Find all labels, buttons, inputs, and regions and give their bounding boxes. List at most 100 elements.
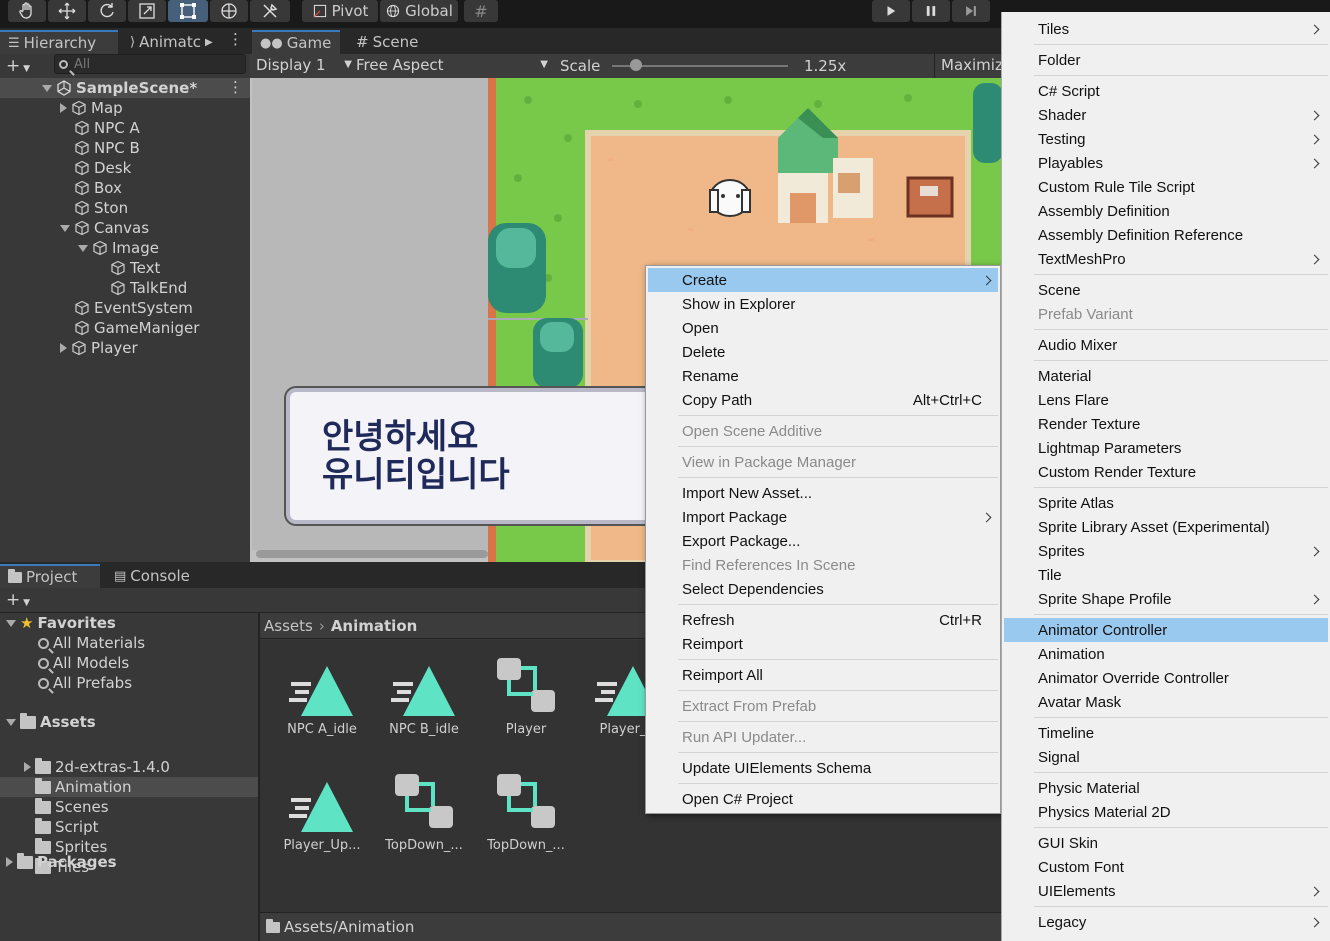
pause-button[interactable] xyxy=(912,0,950,22)
step-button[interactable] xyxy=(952,0,990,22)
menu-item-lens-flare[interactable]: Lens Flare xyxy=(1004,388,1328,412)
global-toggle[interactable]: Global xyxy=(380,0,458,22)
menu-item-sprite-library-asset-experimental[interactable]: Sprite Library Asset (Experimental) xyxy=(1004,515,1328,539)
hierarchy-item[interactable]: Image xyxy=(78,238,159,258)
menu-item-textmeshpro[interactable]: TextMeshPro xyxy=(1004,247,1328,271)
display-dropdown[interactable]: Display 1 ▼ xyxy=(256,56,352,74)
tab-animator[interactable]: ⟩ Animatc ▶ xyxy=(122,30,222,54)
menu-item-gui-skin[interactable]: GUI Skin xyxy=(1004,831,1328,855)
grid-snap-button[interactable]: # xyxy=(464,0,498,22)
hierarchy-search-input[interactable]: All xyxy=(54,54,246,74)
menu-item-tiles[interactable]: Tiles xyxy=(1004,17,1328,41)
folder-item[interactable]: 2d-extras-1.4.0 xyxy=(24,757,170,777)
menu-item-select-dependencies[interactable]: Select Dependencies xyxy=(648,577,998,601)
pivot-toggle[interactable]: Pivot xyxy=(302,0,378,22)
favorite-item[interactable]: All Prefabs xyxy=(38,673,132,693)
create-asset-button[interactable]: + ▼ xyxy=(6,590,30,610)
panel-menu-icon[interactable]: ⋮ xyxy=(228,30,243,48)
asset-tile[interactable]: TopDown_... xyxy=(476,774,576,876)
menu-item-prefab-variant[interactable]: Prefab Variant xyxy=(1004,302,1328,326)
hierarchy-item[interactable]: Box xyxy=(60,178,122,198)
menu-item-open-c-project[interactable]: Open C# Project xyxy=(648,787,998,811)
menu-item-show-in-explorer[interactable]: Show in Explorer xyxy=(648,292,998,316)
hierarchy-item[interactable]: Ston xyxy=(60,198,128,218)
menu-item-import-new-asset[interactable]: Import New Asset... xyxy=(648,481,998,505)
folder-item[interactable]: Animation xyxy=(24,777,131,797)
tab-hierarchy[interactable]: ☰ Hierarchy xyxy=(0,30,118,54)
asset-tile[interactable]: NPC B_idle xyxy=(374,660,474,760)
menu-item-run-api-updater[interactable]: Run API Updater... xyxy=(648,725,998,749)
move-tool-button[interactable] xyxy=(48,0,86,22)
hierarchy-item[interactable]: TalkEnd xyxy=(96,278,187,298)
menu-item-update-uielements-schema[interactable]: Update UIElements Schema xyxy=(648,756,998,780)
menu-item-create[interactable]: Create xyxy=(648,268,998,292)
folder-item[interactable]: Script xyxy=(24,817,99,837)
menu-item-uielements[interactable]: UIElements xyxy=(1004,879,1328,903)
tab-project[interactable]: Project xyxy=(0,564,100,588)
menu-item-material[interactable]: Material xyxy=(1004,364,1328,388)
folder-item[interactable]: Scenes xyxy=(24,797,109,817)
menu-item-open[interactable]: Open xyxy=(648,316,998,340)
aspect-dropdown[interactable]: Free Aspect ▼ xyxy=(356,56,548,74)
hand-tool-button[interactable] xyxy=(8,0,46,22)
hierarchy-item[interactable]: NPC B xyxy=(60,138,140,158)
hierarchy-item[interactable]: NPC A xyxy=(60,118,140,138)
favorites-node[interactable]: ★ Favorites xyxy=(6,613,116,633)
scale-tool-button[interactable] xyxy=(128,0,166,22)
menu-item-open-scene-additive[interactable]: Open Scene Additive xyxy=(648,419,998,443)
menu-item-folder[interactable]: Folder xyxy=(1004,48,1328,72)
scene-menu-icon[interactable]: ⋮ xyxy=(228,78,243,96)
menu-item-shader[interactable]: Shader xyxy=(1004,103,1328,127)
scale-slider-thumb[interactable] xyxy=(630,59,642,71)
scene-root[interactable]: SampleScene* xyxy=(42,78,197,98)
asset-tile[interactable]: Player xyxy=(476,658,576,760)
packages-node[interactable]: Packages xyxy=(6,852,117,872)
menu-item-export-package[interactable]: Export Package... xyxy=(648,529,998,553)
menu-item-c-script[interactable]: C# Script xyxy=(1004,79,1328,103)
menu-item-reimport[interactable]: Reimport xyxy=(648,632,998,656)
tab-console[interactable]: ▤ Console xyxy=(106,564,202,588)
asset-tile[interactable]: NPC A_idle xyxy=(272,660,372,760)
menu-item-render-texture[interactable]: Render Texture xyxy=(1004,412,1328,436)
menu-item-physics-material-2d[interactable]: Physics Material 2D xyxy=(1004,800,1328,824)
menu-item-custom-font[interactable]: Custom Font xyxy=(1004,855,1328,879)
menu-item-import-package[interactable]: Import Package xyxy=(648,505,998,529)
hierarchy-item[interactable]: Canvas xyxy=(60,218,149,238)
custom-tool-button[interactable] xyxy=(250,0,290,22)
menu-item-assembly-definition[interactable]: Assembly Definition xyxy=(1004,199,1328,223)
maximize-button[interactable]: Maximiz xyxy=(934,54,1001,78)
menu-item-timeline[interactable]: Timeline xyxy=(1004,721,1328,745)
menu-item-rename[interactable]: Rename xyxy=(648,364,998,388)
menu-item-avatar-mask[interactable]: Avatar Mask xyxy=(1004,690,1328,714)
menu-item-lightmap-parameters[interactable]: Lightmap Parameters xyxy=(1004,436,1328,460)
menu-item-sprite-atlas[interactable]: Sprite Atlas xyxy=(1004,491,1328,515)
transform-tool-button[interactable] xyxy=(210,0,248,22)
menu-item-playables[interactable]: Playables xyxy=(1004,151,1328,175)
menu-item-custom-rule-tile-script[interactable]: Custom Rule Tile Script xyxy=(1004,175,1328,199)
menu-item-legacy[interactable]: Legacy xyxy=(1004,910,1328,934)
menu-item-refresh[interactable]: Refresh Ctrl+R xyxy=(648,608,998,632)
hierarchy-item[interactable]: EventSystem xyxy=(60,298,193,318)
asset-tile[interactable]: TopDown_... xyxy=(374,774,474,876)
hierarchy-item[interactable]: GameManiger xyxy=(60,318,199,338)
menu-item-copy-path[interactable]: Copy Path Alt+Ctrl+C xyxy=(648,388,998,412)
menu-item-scene[interactable]: Scene xyxy=(1004,278,1328,302)
menu-item-testing[interactable]: Testing xyxy=(1004,127,1328,151)
favorite-item[interactable]: All Models xyxy=(38,653,129,673)
menu-item-animator-override-controller[interactable]: Animator Override Controller xyxy=(1004,666,1328,690)
menu-item-animator-controller[interactable]: Animator Controller xyxy=(1004,618,1328,642)
menu-item-assembly-definition-reference[interactable]: Assembly Definition Reference xyxy=(1004,223,1328,247)
menu-item-sprites[interactable]: Sprites xyxy=(1004,539,1328,563)
menu-item-physic-material[interactable]: Physic Material xyxy=(1004,776,1328,800)
menu-item-audio-mixer[interactable]: Audio Mixer xyxy=(1004,333,1328,357)
assets-node[interactable]: Assets xyxy=(6,712,96,732)
breadcrumb-assets[interactable]: Assets xyxy=(264,617,313,635)
breadcrumb-animation[interactable]: Animation xyxy=(331,617,417,635)
hierarchy-item[interactable]: Text xyxy=(96,258,160,278)
tab-game[interactable]: ●● Game xyxy=(252,30,340,54)
hierarchy-item[interactable]: Desk xyxy=(60,158,131,178)
viewport-scrollbar[interactable] xyxy=(256,550,488,558)
hierarchy-item[interactable]: Player xyxy=(60,338,138,358)
menu-item-signal[interactable]: Signal xyxy=(1004,745,1328,769)
hierarchy-item[interactable]: Map xyxy=(60,98,123,118)
